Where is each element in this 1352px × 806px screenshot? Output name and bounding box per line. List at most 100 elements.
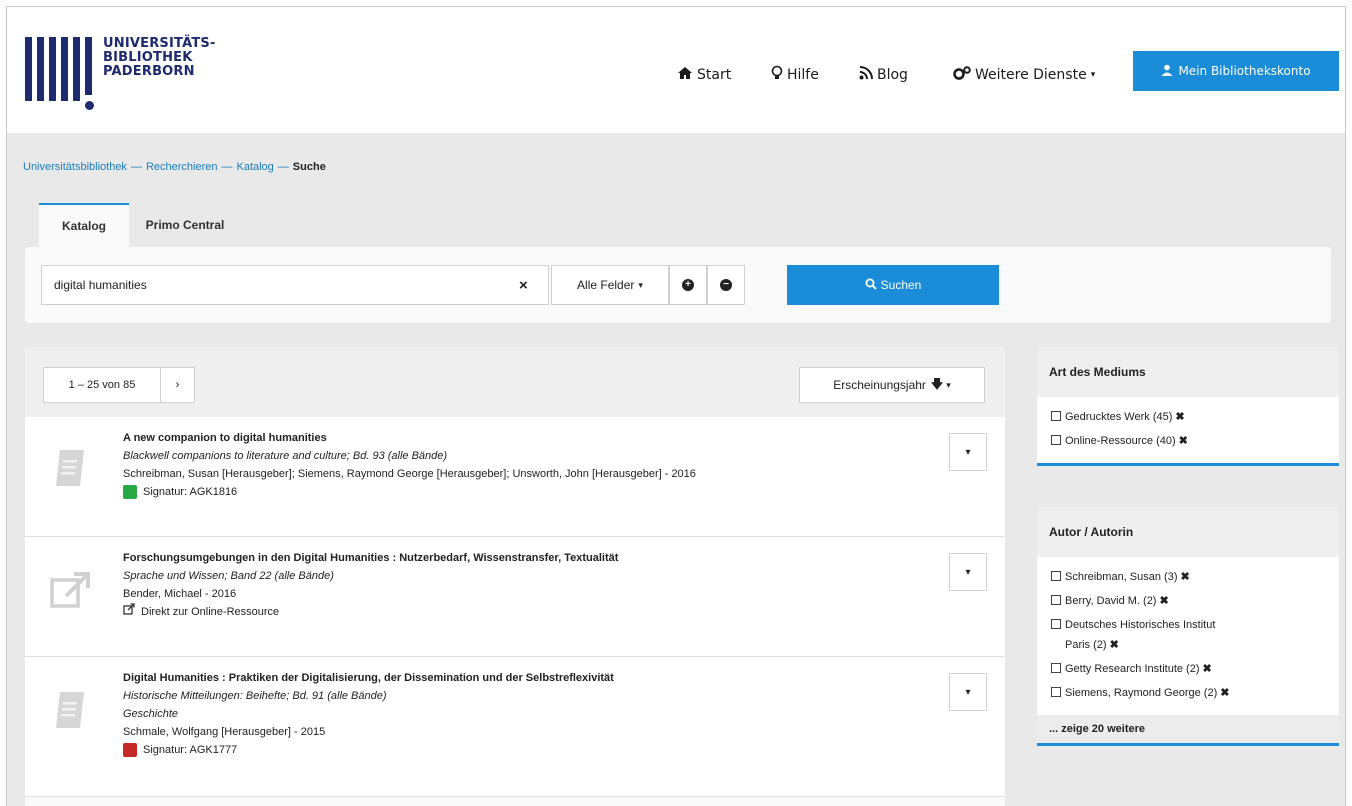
arrow-down-icon: 🡇 [930, 376, 944, 391]
logo-line-1: UNIVERSITÄTS- [103, 36, 216, 51]
result-count: 1 – 25 von 85 [43, 367, 161, 403]
facet-author: Autor / Autorin Schreibman, Susan (3) ✖ B… [1037, 507, 1339, 746]
exclude-icon[interactable]: ✖ [1203, 663, 1212, 675]
unavailable-icon [123, 743, 137, 757]
facet-medium-title: Art des Mediums [1037, 347, 1339, 397]
result-series[interactable]: Sprache und Wissen; Band 22 (alle Bände) [123, 567, 943, 585]
facet-option-continued[interactable]: Paris (2) ✖ [1051, 635, 1325, 657]
result-title[interactable]: Digital Humanities : Praktiken der Digit… [123, 669, 943, 687]
minus-circle-icon: − [720, 279, 732, 291]
result-availability[interactable]: Signatur: AGK1777 [123, 741, 943, 759]
facet-medium: Art des Mediums Gedrucktes Werk (45) ✖ On… [1037, 347, 1339, 466]
breadcrumb-research[interactable]: Recherchieren [146, 161, 218, 173]
breadcrumb: Universitätsbibliothek — Recherchieren —… [23, 161, 326, 173]
external-link-small-icon [123, 603, 135, 621]
tab-catalog[interactable]: Katalog [39, 203, 129, 247]
breadcrumb-separator: — [277, 161, 289, 173]
clear-search-button[interactable]: × [519, 277, 528, 294]
sort-button[interactable]: Erscheinungsjahr 🡇 ▾ [799, 367, 985, 403]
facet-option-label: Berry, David M. (2) [1065, 595, 1157, 607]
breadcrumb-catalog[interactable]: Katalog [236, 161, 273, 173]
nav-blog[interactable]: Blog [859, 65, 908, 85]
rss-icon [859, 66, 873, 84]
result-actions-toggle[interactable]: ▾ [949, 673, 987, 711]
lightbulb-icon [771, 65, 783, 85]
caret-down-icon: ▾ [965, 566, 971, 578]
plus-circle-icon: + [682, 279, 694, 291]
book-icon [45, 685, 95, 735]
exclude-icon[interactable]: ✖ [1179, 435, 1188, 447]
logo-line-2: BIBLIOTHEK [103, 50, 193, 65]
result-authors: Schreibman, Susan [Herausgeber]; Siemens… [123, 468, 696, 480]
facet-option[interactable]: Online-Ressource (40) ✖ [1051, 429, 1325, 453]
breadcrumb-library[interactable]: Universitätsbibliothek [23, 161, 127, 173]
results-toolbar: 1 – 25 von 85 › Erscheinungsjahr 🡇 ▾ [25, 347, 1005, 417]
result-title[interactable]: Forschungsumgebungen in den Digital Huma… [123, 549, 943, 567]
facet-option-label: Online-Ressource (40) [1065, 435, 1176, 447]
facet-option[interactable]: Berry, David M. (2) ✖ [1051, 589, 1325, 613]
search-button[interactable]: Suchen [787, 265, 999, 305]
facet-show-more-link[interactable]: ... zeige 20 weitere [1037, 715, 1339, 743]
result-details: Forschungsumgebungen in den Digital Huma… [123, 549, 943, 621]
facet-option[interactable]: Getty Research Institute (2) ✖ [1051, 657, 1325, 681]
nav-help[interactable]: Hilfe [771, 65, 819, 85]
result-title[interactable]: A new companion to digital humanities [123, 429, 943, 447]
facet-option[interactable]: Siemens, Raymond George (2) ✖ [1051, 681, 1325, 705]
caret-down-icon: ▾ [946, 379, 951, 390]
page-frame: UNIVERSITÄTS- BIBLIOTHEK PADERBORN Start… [6, 6, 1346, 806]
checkbox[interactable] [1051, 619, 1061, 629]
result-authors: Schmale, Wolfgang [Herausgeber] - 2015 [123, 726, 326, 738]
exclude-icon[interactable]: ✖ [1110, 639, 1119, 651]
available-icon [123, 485, 137, 499]
results-panel: 1 – 25 von 85 › Erscheinungsjahr 🡇 ▾ A n… [25, 347, 1005, 806]
facet-option-label: Getty Research Institute (2) [1065, 663, 1200, 675]
facet-option[interactable]: Schreibman, Susan (3) ✖ [1051, 565, 1325, 589]
result-genre: Geschichte [123, 708, 179, 720]
caret-down-icon: ▾ [965, 446, 971, 458]
library-logo-text[interactable]: UNIVERSITÄTS- BIBLIOTHEK PADERBORN [103, 37, 216, 79]
search-input[interactable] [41, 265, 549, 305]
next-page-button[interactable]: › [161, 367, 195, 403]
remove-search-field-button[interactable]: − [707, 265, 745, 305]
exclude-icon[interactable]: ✖ [1181, 571, 1190, 583]
search-icon [865, 278, 877, 293]
nav-blog-label: Blog [877, 67, 908, 83]
search-button-label: Suchen [880, 278, 922, 292]
exclude-icon[interactable]: ✖ [1175, 411, 1184, 423]
logo-line-3: PADERBORN [103, 64, 195, 79]
result-online-link[interactable]: Direkt zur Online-Ressource [123, 603, 943, 621]
nav-services-label: Weitere Dienste [975, 67, 1087, 83]
search-field-select[interactable]: Alle Felder ▾ [551, 265, 669, 305]
library-account-label: Mein Bibliothekskonto [1178, 64, 1311, 78]
nav-start[interactable]: Start [677, 65, 731, 85]
checkbox[interactable] [1051, 595, 1061, 605]
nav-start-label: Start [697, 67, 732, 83]
result-actions-toggle[interactable]: ▾ [949, 433, 987, 471]
checkbox[interactable] [1051, 571, 1061, 581]
library-account-button[interactable]: Mein Bibliothekskonto [1133, 51, 1339, 91]
tab-primo-central[interactable]: Primo Central [135, 203, 235, 247]
checkbox[interactable] [1051, 663, 1061, 673]
result-actions-toggle[interactable]: ▾ [949, 553, 987, 591]
nav-services[interactable]: Weitere Dienste ▾ [953, 65, 1095, 85]
result-series[interactable]: Blackwell companions to literature and c… [123, 447, 943, 465]
book-icon [45, 443, 95, 493]
nav-help-label: Hilfe [787, 67, 819, 83]
checkbox[interactable] [1051, 687, 1061, 697]
exclude-icon[interactable]: ✖ [1159, 595, 1168, 607]
library-logo-icon[interactable] [25, 37, 94, 110]
exclude-icon[interactable]: ✖ [1220, 687, 1229, 699]
checkbox[interactable] [1051, 435, 1061, 445]
sort-label: Erscheinungsjahr [833, 378, 926, 392]
caret-down-icon: ▾ [1090, 70, 1096, 80]
result-series[interactable]: Historische Mitteilungen: Beihefte; Bd. … [123, 687, 943, 705]
result-availability[interactable]: Signatur: AGK1816 [123, 483, 943, 501]
add-search-field-button[interactable]: + [669, 265, 707, 305]
facet-option[interactable]: Gedrucktes Werk (45) ✖ [1051, 405, 1325, 429]
breadcrumb-separator: — [130, 161, 142, 173]
external-link-icon [45, 567, 95, 617]
user-icon [1161, 64, 1173, 79]
checkbox[interactable] [1051, 411, 1061, 421]
facet-option[interactable]: Deutsches Historisches Institut [1051, 613, 1325, 635]
caret-down-icon: ▾ [965, 686, 971, 698]
